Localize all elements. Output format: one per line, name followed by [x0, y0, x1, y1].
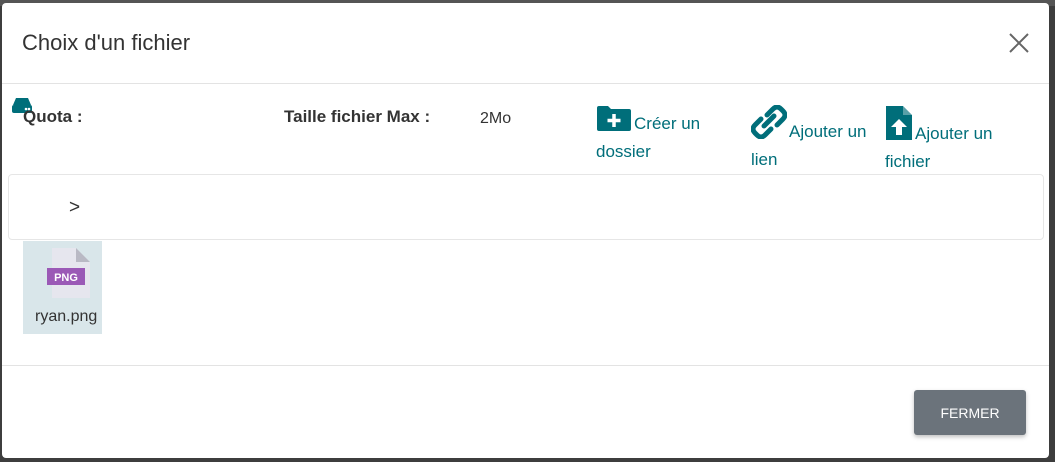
max-size-value: 2Mo	[480, 110, 512, 127]
dialog-title: Choix d'un fichier	[22, 30, 191, 55]
folder-plus-icon	[597, 106, 631, 131]
file-name: ryan.png	[35, 308, 98, 325]
quota-label: Quota :	[23, 107, 83, 126]
file-type-badge: PNG	[54, 272, 78, 284]
add-link-button[interactable]: Ajouter un lien	[750, 104, 881, 174]
max-size-label: Taille fichier Max :	[284, 107, 431, 126]
file-chooser-dialog: Choix d'un fichier Quota : Taille fichie…	[2, 3, 1049, 458]
file-upload-icon	[886, 106, 912, 140]
breadcrumb-separator[interactable]: >	[69, 197, 80, 219]
file-item[interactable]: PNG ryan.png	[23, 241, 102, 334]
create-folder-button[interactable]: Créer un dossier	[596, 105, 726, 166]
close-icon[interactable]	[1007, 31, 1031, 55]
info-row: Quota : Taille fichier Max : 2Mo Créer u…	[2, 85, 1049, 175]
dialog-header: Choix d'un fichier	[2, 3, 1049, 84]
link-icon	[750, 104, 788, 140]
png-file-icon: PNG	[46, 247, 92, 304]
dialog-footer: FERMER	[2, 365, 1049, 458]
close-button[interactable]: FERMER	[914, 390, 1026, 435]
add-file-button[interactable]: Ajouter un fichier	[885, 105, 1015, 176]
breadcrumb: >	[8, 174, 1044, 240]
